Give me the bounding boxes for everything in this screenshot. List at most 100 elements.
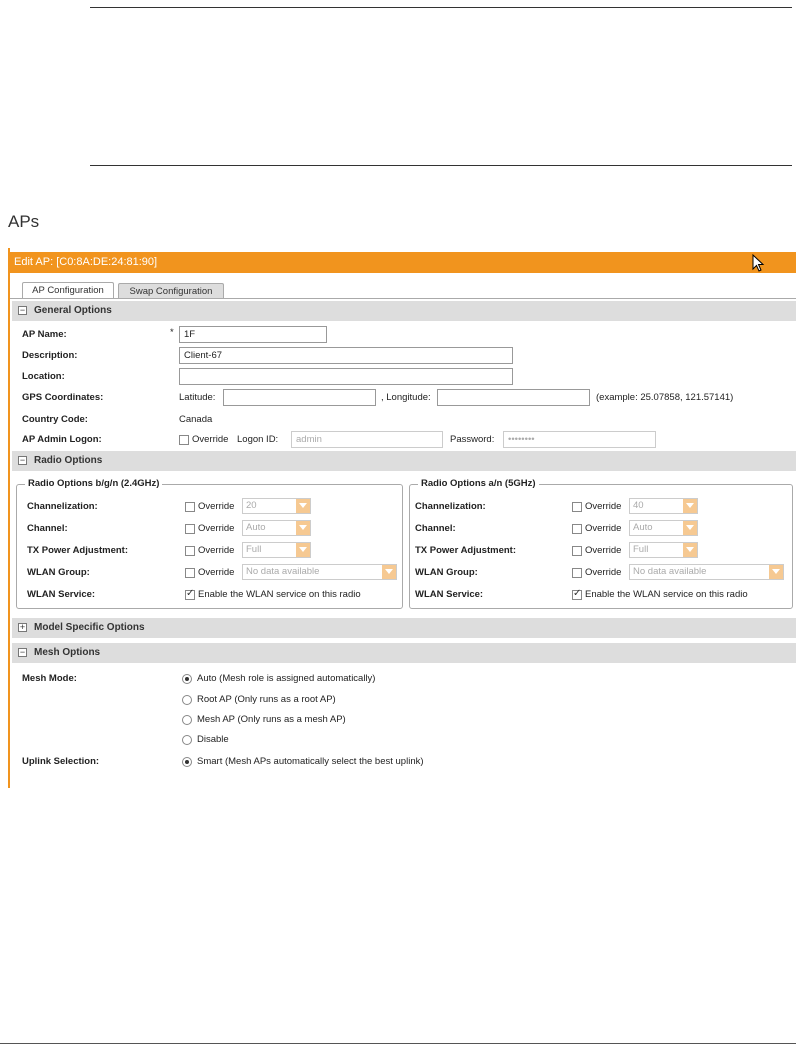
description-input[interactable]: Client-67 xyxy=(179,347,513,364)
select-value: 20 xyxy=(246,500,257,511)
override-label: Override xyxy=(198,523,235,534)
channelization-label: Channelization: xyxy=(415,501,486,512)
radio-24ghz-fieldset: Radio Options b/g/n (2.4GHz) Channelizat… xyxy=(16,478,403,609)
general-options-band[interactable]: − General Options xyxy=(12,301,796,321)
tx-power-select[interactable]: Full xyxy=(242,542,311,558)
collapse-icon[interactable]: − xyxy=(18,648,27,657)
mesh-mode-root-label: Root AP (Only runs as a root AP) xyxy=(197,694,336,705)
ap-admin-logon-label: AP Admin Logon: xyxy=(22,434,102,445)
radio-options-band[interactable]: − Radio Options xyxy=(12,451,796,471)
dropdown-arrow-icon[interactable] xyxy=(296,499,310,513)
tx-power-override-checkbox[interactable] xyxy=(185,546,195,556)
tab-underline xyxy=(10,298,796,299)
country-code-label: Country Code: xyxy=(22,414,88,425)
dropdown-arrow-icon[interactable] xyxy=(296,543,310,557)
mesh-mode-disable-label: Disable xyxy=(197,734,229,745)
channel-label: Channel: xyxy=(27,523,68,534)
mesh-mode-label: Mesh Mode: xyxy=(22,673,77,684)
channel-select[interactable]: Auto xyxy=(242,520,311,536)
tab-swap-configuration[interactable]: Swap Configuration xyxy=(118,283,224,299)
channelization-select[interactable]: 20 xyxy=(242,498,311,514)
top-rule xyxy=(90,7,792,8)
admin-override-checkbox[interactable] xyxy=(179,435,189,445)
tx-power-label: TX Power Adjustment: xyxy=(415,545,516,556)
bottom-rule xyxy=(0,1043,796,1044)
wlan-service-text: Enable the WLAN service on this radio xyxy=(585,589,748,600)
select-value: Full xyxy=(246,544,262,555)
longitude-label: , Longitude: xyxy=(381,392,431,403)
override-label: Override xyxy=(585,523,622,534)
wlan-group-override-checkbox[interactable] xyxy=(572,568,582,578)
location-input[interactable] xyxy=(179,368,513,385)
wlan-group-select[interactable]: No data available xyxy=(242,564,397,580)
channelization-select[interactable]: 40 xyxy=(629,498,698,514)
required-mark: * xyxy=(170,327,174,338)
longitude-input[interactable] xyxy=(437,389,590,406)
latitude-input[interactable] xyxy=(223,389,376,406)
tx-power-override-checkbox[interactable] xyxy=(572,546,582,556)
general-options-label: General Options xyxy=(34,305,112,316)
wlan-service-checkbox[interactable] xyxy=(185,588,195,600)
expand-icon[interactable]: + xyxy=(18,623,27,632)
model-specific-options-label: Model Specific Options xyxy=(34,622,145,633)
tx-power-select[interactable]: Full xyxy=(629,542,698,558)
dropdown-arrow-icon[interactable] xyxy=(769,565,783,579)
channelization-override-checkbox[interactable] xyxy=(572,502,582,512)
select-value: No data available xyxy=(246,566,320,577)
mesh-mode-mesh-radio[interactable] xyxy=(182,715,192,725)
channelization-override-checkbox[interactable] xyxy=(185,502,195,512)
logon-id-input[interactable]: admin xyxy=(291,431,443,448)
latitude-label: Latitude: xyxy=(179,392,216,403)
wlan-service-label: WLAN Service: xyxy=(415,589,484,600)
wlan-group-select[interactable]: No data available xyxy=(629,564,784,580)
mesh-mode-auto-radio[interactable] xyxy=(182,674,192,684)
radio-options-label: Radio Options xyxy=(34,455,103,466)
mesh-options-band[interactable]: − Mesh Options xyxy=(12,643,796,663)
select-value: Auto xyxy=(633,522,653,533)
uplink-smart-label: Smart (Mesh APs automatically select the… xyxy=(197,756,424,767)
mesh-mode-root-radio[interactable] xyxy=(182,695,192,705)
dropdown-arrow-icon[interactable] xyxy=(683,543,697,557)
select-value: Full xyxy=(633,544,649,555)
select-value: Auto xyxy=(246,522,266,533)
uplink-selection-label: Uplink Selection: xyxy=(22,756,100,767)
dropdown-arrow-icon[interactable] xyxy=(683,499,697,513)
select-value: 40 xyxy=(633,500,644,511)
mesh-mode-auto-label: Auto (Mesh role is assigned automaticall… xyxy=(197,673,376,684)
select-value: No data available xyxy=(633,566,707,577)
wlan-group-override-checkbox[interactable] xyxy=(185,568,195,578)
override-label: Override xyxy=(198,501,235,512)
override-label: Override xyxy=(198,567,235,578)
collapse-icon[interactable]: − xyxy=(18,306,27,315)
model-specific-options-band[interactable]: + Model Specific Options xyxy=(12,618,796,638)
collapse-icon[interactable]: − xyxy=(18,456,27,465)
mesh-options-label: Mesh Options xyxy=(34,647,101,658)
radio-5ghz-legend: Radio Options a/n (5GHz) xyxy=(418,478,539,489)
override-label: Override xyxy=(585,545,622,556)
tab-ap-configuration[interactable]: AP Configuration xyxy=(22,282,114,299)
country-code-value: Canada xyxy=(179,414,213,425)
channel-select[interactable]: Auto xyxy=(629,520,698,536)
wlan-service-checkbox[interactable] xyxy=(572,588,582,600)
channel-override-checkbox[interactable] xyxy=(572,524,582,534)
ap-name-input[interactable]: 1F xyxy=(179,326,327,343)
channelization-label: Channelization: xyxy=(27,501,98,512)
channel-label: Channel: xyxy=(415,523,456,534)
page-heading: APs xyxy=(8,212,40,231)
panel-title-bar: Edit AP: [C0:8A:DE:24:81:90] xyxy=(10,252,796,273)
override-label: Override xyxy=(198,545,235,556)
mesh-mode-disable-radio[interactable] xyxy=(182,735,192,745)
password-input[interactable]: •••••••• xyxy=(503,431,656,448)
description-label: Description: xyxy=(22,350,78,361)
logon-id-label: Logon ID: xyxy=(237,434,279,445)
channel-override-checkbox[interactable] xyxy=(185,524,195,534)
admin-override-label: Override xyxy=(192,434,229,445)
gps-coordinates-label: GPS Coordinates: xyxy=(22,392,104,403)
middle-rule xyxy=(90,165,792,166)
uplink-smart-radio[interactable] xyxy=(182,757,192,767)
wlan-service-text: Enable the WLAN service on this radio xyxy=(198,589,361,600)
dropdown-arrow-icon[interactable] xyxy=(683,521,697,535)
dropdown-arrow-icon[interactable] xyxy=(296,521,310,535)
radio-24ghz-legend: Radio Options b/g/n (2.4GHz) xyxy=(25,478,163,489)
dropdown-arrow-icon[interactable] xyxy=(382,565,396,579)
